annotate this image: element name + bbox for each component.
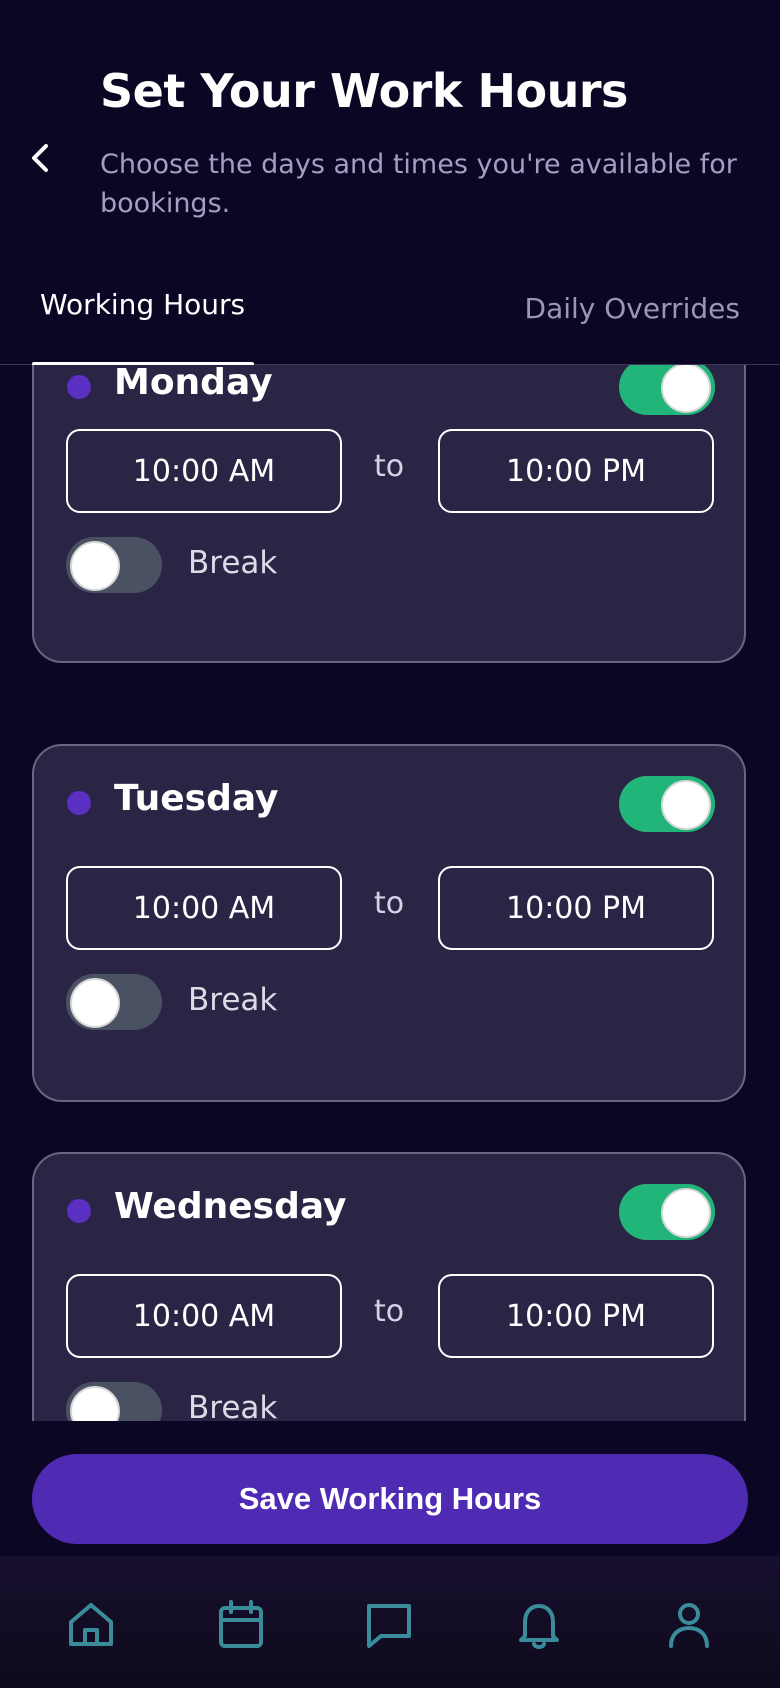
day-status-dot [67, 791, 91, 815]
break-toggle[interactable] [66, 974, 162, 1030]
nav-profile[interactable] [661, 1596, 717, 1652]
user-icon [669, 1603, 709, 1648]
bell-icon [519, 1604, 559, 1649]
break-label: Break [188, 545, 278, 581]
chevron-left-icon [32, 144, 48, 172]
day-name: Wednesday [114, 1186, 347, 1227]
page-title: Set Your Work Hours [100, 64, 628, 118]
page-header: Set Your Work Hours Choose the days and … [0, 0, 780, 240]
break-label: Break [188, 982, 278, 1018]
start-time-field[interactable]: 10:00 AM [66, 429, 342, 513]
toggle-knob [70, 1386, 120, 1421]
day-status-dot [67, 375, 91, 399]
start-time-field[interactable]: 10:00 AM [66, 866, 342, 950]
back-button[interactable] [26, 140, 56, 176]
nav-notifications[interactable] [511, 1596, 567, 1652]
end-time-field[interactable]: 10:00 PM [438, 866, 714, 950]
tab-bar: Working Hours Daily Overrides [0, 280, 780, 366]
start-time-field[interactable]: 10:00 AM [66, 1274, 342, 1358]
break-toggle[interactable] [66, 1382, 162, 1421]
break-label: Break [188, 1390, 278, 1421]
end-time-field[interactable]: 10:00 PM [438, 1274, 714, 1358]
day-card-tuesday: Tuesday 10:00 AM to 10:00 PM Break [32, 744, 746, 1102]
day-status-dot [67, 1199, 91, 1223]
day-name: Tuesday [114, 778, 279, 819]
toggle-knob [70, 978, 120, 1028]
toggle-knob [70, 541, 120, 591]
time-separator: to [374, 449, 405, 484]
page-subtitle: Choose the days and times you're availab… [100, 149, 737, 219]
time-separator: to [374, 1294, 405, 1329]
toggle-knob [661, 1188, 711, 1238]
day-name: Monday [114, 365, 273, 403]
break-toggle[interactable] [66, 537, 162, 593]
calendar-icon [219, 1600, 263, 1648]
bottom-nav [0, 1556, 780, 1688]
time-separator: to [374, 886, 405, 921]
home-icon [69, 1603, 113, 1646]
tab-daily-overrides[interactable]: Daily Overrides [525, 292, 740, 325]
end-time-field[interactable]: 10:00 PM [438, 429, 714, 513]
chat-icon [367, 1604, 411, 1648]
nav-calendar[interactable] [213, 1596, 269, 1652]
nav-home[interactable] [63, 1596, 119, 1652]
day-enabled-toggle[interactable] [619, 1184, 715, 1240]
toggle-knob [661, 365, 711, 413]
nav-messages[interactable] [361, 1596, 417, 1652]
day-list[interactable]: Monday 10:00 AM to 10:00 PM Break Tuesda… [0, 365, 780, 1421]
tab-working-hours[interactable]: Working Hours [40, 288, 245, 321]
toggle-knob [661, 780, 711, 830]
day-card-wednesday: Wednesday 10:00 AM to 10:00 PM Break [32, 1152, 746, 1421]
day-card-monday: Monday 10:00 AM to 10:00 PM Break [32, 365, 746, 663]
day-enabled-toggle[interactable] [619, 365, 715, 415]
save-working-hours-button[interactable]: Save Working Hours [32, 1454, 748, 1544]
day-enabled-toggle[interactable] [619, 776, 715, 832]
